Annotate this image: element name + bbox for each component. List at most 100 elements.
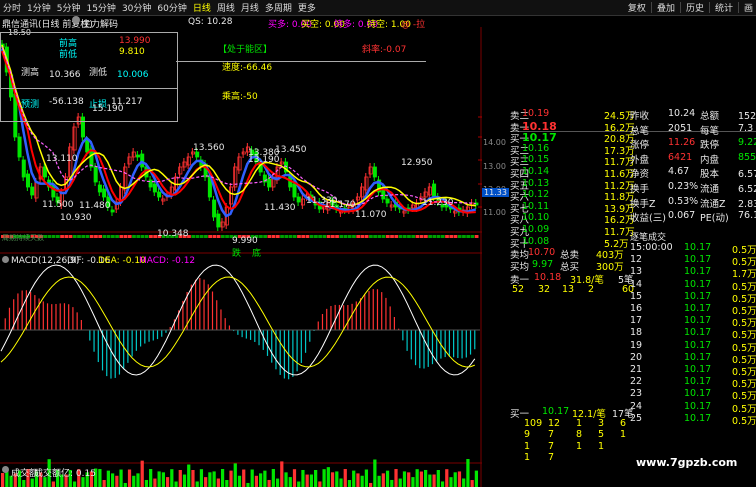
cycle-bar [89,235,94,238]
volume-bar [390,479,394,487]
queue-qty: 1 [598,440,605,452]
price-label: 10.348 [157,229,189,239]
volume-bar [356,473,360,487]
volume-bar [292,469,297,487]
tab-weekly[interactable]: 周线 [214,1,238,14]
macd-settings-icon[interactable] [2,256,9,263]
stat-row: 换手 0.23%流通 6.52亿 [628,181,756,195]
candle-body [140,153,145,168]
volume-bar [398,478,402,487]
volume-bar [51,481,55,487]
tab-15min[interactable]: 15分钟 [83,1,118,14]
cycle-bar [449,235,454,238]
tab-60min[interactable]: 60分钟 [154,1,189,14]
volume-bar [161,472,165,487]
order-price: 10.12 [522,189,550,201]
tab-daily[interactable]: 日线 [190,1,214,14]
cycle-bar [369,235,373,238]
cycle-bar [385,235,390,238]
order-price: 10.13 [522,177,550,189]
restore-rights-button[interactable]: 复权 [625,1,649,14]
cycle-bar [212,235,217,238]
cycle-bar [440,235,445,238]
volume-bar [225,480,229,487]
candle-body [21,159,26,178]
cycle-bar [292,235,297,238]
quote-panel: 卖二 10.19 24.5万 卖一 10.18 16.2万 买一 10.17 20.8万 买二 10… [510,108,756,487]
history-button[interactable]: 历史 [683,1,707,14]
tab-1min[interactable]: 1分钟 [24,1,54,14]
volume-bar [208,472,212,487]
stat-value: 0.23% [668,181,699,192]
volume-bar [195,481,199,487]
volume-bar [165,477,170,487]
tick-price: 10.17 [684,351,712,363]
tick-time: 22 [630,376,643,388]
candle-body [186,156,191,166]
order-price: 10.09 [522,224,550,235]
volume-bar [106,470,110,487]
price-label: 11.480 [79,201,111,211]
stat-label: 每笔 [700,125,720,137]
queue-qty: 32 [538,284,551,295]
queue-qty: 1 [524,440,531,452]
trade-tick-row: 15 10.17 0.5万 [628,291,756,305]
stat-label: 涨停 [630,140,650,152]
volume-bar [259,473,263,487]
tick-time: 13 [630,266,643,278]
candle-body [30,186,35,196]
cycle-bar [102,235,107,238]
tick-time: 23 [630,388,643,400]
cycle-bar [119,235,124,238]
toolbar-divider [708,2,710,13]
stat-row: 昨收 10.24 总额 1523万 [628,108,756,122]
volume-bar [119,469,123,487]
volume-bar [22,479,26,487]
draw-button[interactable]: 画 [741,1,756,14]
avg-buy-label: 买均 [510,261,530,273]
cycle-bar [457,235,462,238]
candle-body [178,166,183,175]
queue-qty: 12 [548,417,561,429]
sell1-price: 10.18 [534,272,562,284]
trade-tick-row: 18 10.17 0.5万 [628,327,756,341]
slope-label: 斜率:-0.07 [362,45,407,55]
stat-row: 总笔 2051 每笔 7.3 [628,123,756,137]
buy1-queue-row[interactable]: 1711 [510,441,756,453]
volume-value: 成交额亿: 0.15 [34,469,96,479]
tab-more[interactable]: 更多 [295,1,319,14]
candle-body [34,181,39,199]
cycle-bar [259,235,263,238]
price-label: 12.950 [401,158,433,168]
cycle-bar [453,235,458,238]
queue-qty: 7 [548,452,555,464]
cycle-bar [81,235,86,238]
tab-5min[interactable]: 5分钟 [54,1,84,14]
buy1-queue-row[interactable]: 9 7 8 5 1 [510,429,756,441]
trade-tick-row: 13 10.17 1.7万 [628,266,756,280]
trade-tick-row: 15:00:00 10.17 0.5万 [628,242,756,256]
candle-body [372,166,377,178]
stats-button[interactable]: 统计 [712,1,736,14]
tab-30min[interactable]: 30分钟 [119,1,154,14]
cycle-bar [322,235,327,238]
peak-price-label: 15.190 [92,104,124,114]
candle-body [389,204,394,208]
cycle-bar [275,235,280,238]
tick-time: 17 [630,315,643,327]
volume-settings-icon[interactable] [2,466,9,473]
tick-time: 21 [630,364,643,375]
cycle-bar [288,235,293,238]
candle-body [85,139,90,153]
trade-tick-row: 17 10.17 0.5万 [628,315,756,329]
settings-icon[interactable] [72,16,80,24]
tab-monthly[interactable]: 月线 [238,1,262,14]
cycle-bar [474,235,479,238]
trade-tick-row: 12 10.17 0.5万 [628,254,756,268]
tab-fenshi[interactable]: 分时 [0,1,24,14]
stat-value: 11.26 [668,137,696,149]
buy1-price: 10.17 [542,406,570,417]
tab-multi-period[interactable]: 多周期 [262,1,295,14]
volume-bar [191,470,195,487]
overlay-button[interactable]: 叠加 [654,1,678,14]
